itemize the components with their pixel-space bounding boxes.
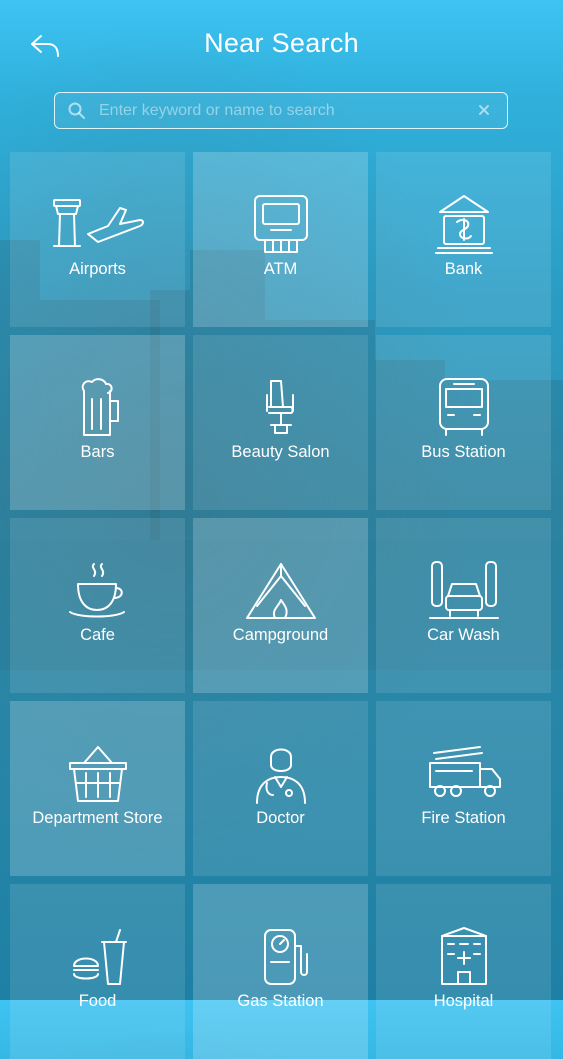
category-label: Bank <box>444 260 483 278</box>
coffee-cup-icon <box>68 563 125 618</box>
category-tile-bank[interactable]: Bank <box>376 152 551 327</box>
search-icon <box>68 102 85 119</box>
category-tile-bus-station[interactable]: Bus Station <box>376 335 551 510</box>
category-tile-food[interactable]: Food <box>10 884 185 1059</box>
category-tile-hospital[interactable]: Hospital <box>376 884 551 1059</box>
category-label: Campground <box>232 626 329 644</box>
category-tile-beauty-salon[interactable]: Beauty Salon <box>193 335 368 510</box>
basket-icon <box>68 746 127 802</box>
category-tile-car-wash[interactable]: Car Wash <box>376 518 551 693</box>
fire-truck-icon <box>428 746 501 797</box>
category-label: Bus Station <box>421 443 506 461</box>
hospital-icon <box>440 927 487 985</box>
search-bar <box>54 92 508 129</box>
gas-pump-icon <box>263 929 308 985</box>
category-tile-gas-station[interactable]: Gas Station <box>193 884 368 1059</box>
category-label: ATM <box>263 260 298 278</box>
fast-food-icon <box>72 929 127 985</box>
category-tile-doctor[interactable]: Doctor <box>193 701 368 876</box>
clear-icon[interactable] <box>475 101 493 119</box>
category-label: Cafe <box>80 626 115 644</box>
category-label: Food <box>78 992 117 1010</box>
atm-icon <box>253 195 308 253</box>
airport-icon <box>52 199 144 247</box>
bus-icon <box>438 378 489 436</box>
category-label: Hospital <box>433 992 494 1010</box>
category-tile-department-store[interactable]: Department Store <box>10 701 185 876</box>
category-label: Airports <box>69 260 126 278</box>
search-input[interactable] <box>99 97 469 124</box>
salon-chair-icon <box>265 380 294 434</box>
category-tile-cafe[interactable]: Cafe <box>10 518 185 693</box>
tent-icon <box>245 563 316 619</box>
header-bar: Near Search <box>0 0 563 90</box>
beer-icon <box>81 378 119 436</box>
category-label: Doctor <box>256 809 305 827</box>
doctor-icon <box>255 748 306 804</box>
category-tile-atm[interactable]: ATM <box>193 152 368 327</box>
category-tile-campground[interactable]: Campground <box>193 518 368 693</box>
category-label: Gas Station <box>237 992 324 1010</box>
category-label: Fire Station <box>421 809 506 827</box>
car-wash-icon <box>428 561 499 619</box>
bank-icon <box>434 195 493 254</box>
category-tile-bars[interactable]: Bars <box>10 335 185 510</box>
page-title: Near Search <box>204 28 359 58</box>
category-tile-fire-station[interactable]: Fire Station <box>376 701 551 876</box>
category-label: Car Wash <box>427 626 500 644</box>
category-label: Department Store <box>32 809 163 827</box>
category-label: Beauty Salon <box>231 443 330 461</box>
category-tile-airports[interactable]: Airports <box>10 152 185 327</box>
category-label: Bars <box>80 443 115 461</box>
